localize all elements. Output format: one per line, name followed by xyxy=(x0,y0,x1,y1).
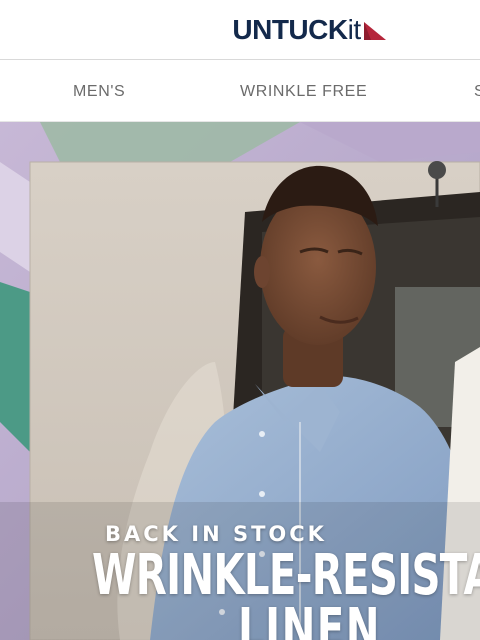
hero-banner[interactable]: BACK IN STOCK WRINKLE-RESISTANT LINEN xyxy=(0,122,480,640)
nav-item-mens[interactable]: MEN'S xyxy=(73,61,125,121)
nav-item-wrinkle-free[interactable]: WRINKLE FREE xyxy=(240,61,367,121)
site-header: UNTUCKit xyxy=(0,0,480,60)
category-nav: MEN'S WRINKLE FREE S xyxy=(0,61,480,122)
logo-flag-icon xyxy=(363,21,386,40)
logo-wordmark: UNTUCKit xyxy=(232,13,361,45)
nav-item-partial[interactable]: S xyxy=(474,61,480,121)
hero-title-line-2: LINEN xyxy=(238,597,381,640)
untuckit-logo[interactable]: UNTUCKit xyxy=(232,13,387,45)
